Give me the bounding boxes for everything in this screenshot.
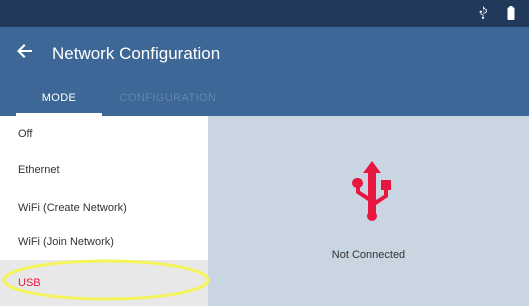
mode-list: Off Ethernet WiFi (Create Network) WiFi … xyxy=(0,116,208,306)
battery-icon xyxy=(507,6,515,25)
status-bar xyxy=(0,0,529,27)
mode-item-wifi-join[interactable]: WiFi (Join Network) xyxy=(0,224,208,260)
mode-item-ethernet[interactable]: Ethernet xyxy=(0,152,208,188)
usb-icon xyxy=(478,6,488,25)
tab-configuration[interactable]: CONFIGURATION xyxy=(112,90,224,114)
connection-status: Not Connected xyxy=(331,249,406,261)
page-title: Network Configuration xyxy=(52,44,221,63)
mode-item-usb[interactable]: USB xyxy=(0,260,208,306)
usb-icon xyxy=(348,161,396,226)
mode-item-off[interactable]: Off xyxy=(0,116,208,152)
mode-item-wifi-create[interactable]: WiFi (Create Network) xyxy=(0,190,208,226)
detail-panel: Not Connected xyxy=(208,116,529,306)
back-button[interactable] xyxy=(14,42,36,64)
tab-mode[interactable]: MODE xyxy=(16,90,102,114)
arrow-left-icon xyxy=(17,43,33,64)
